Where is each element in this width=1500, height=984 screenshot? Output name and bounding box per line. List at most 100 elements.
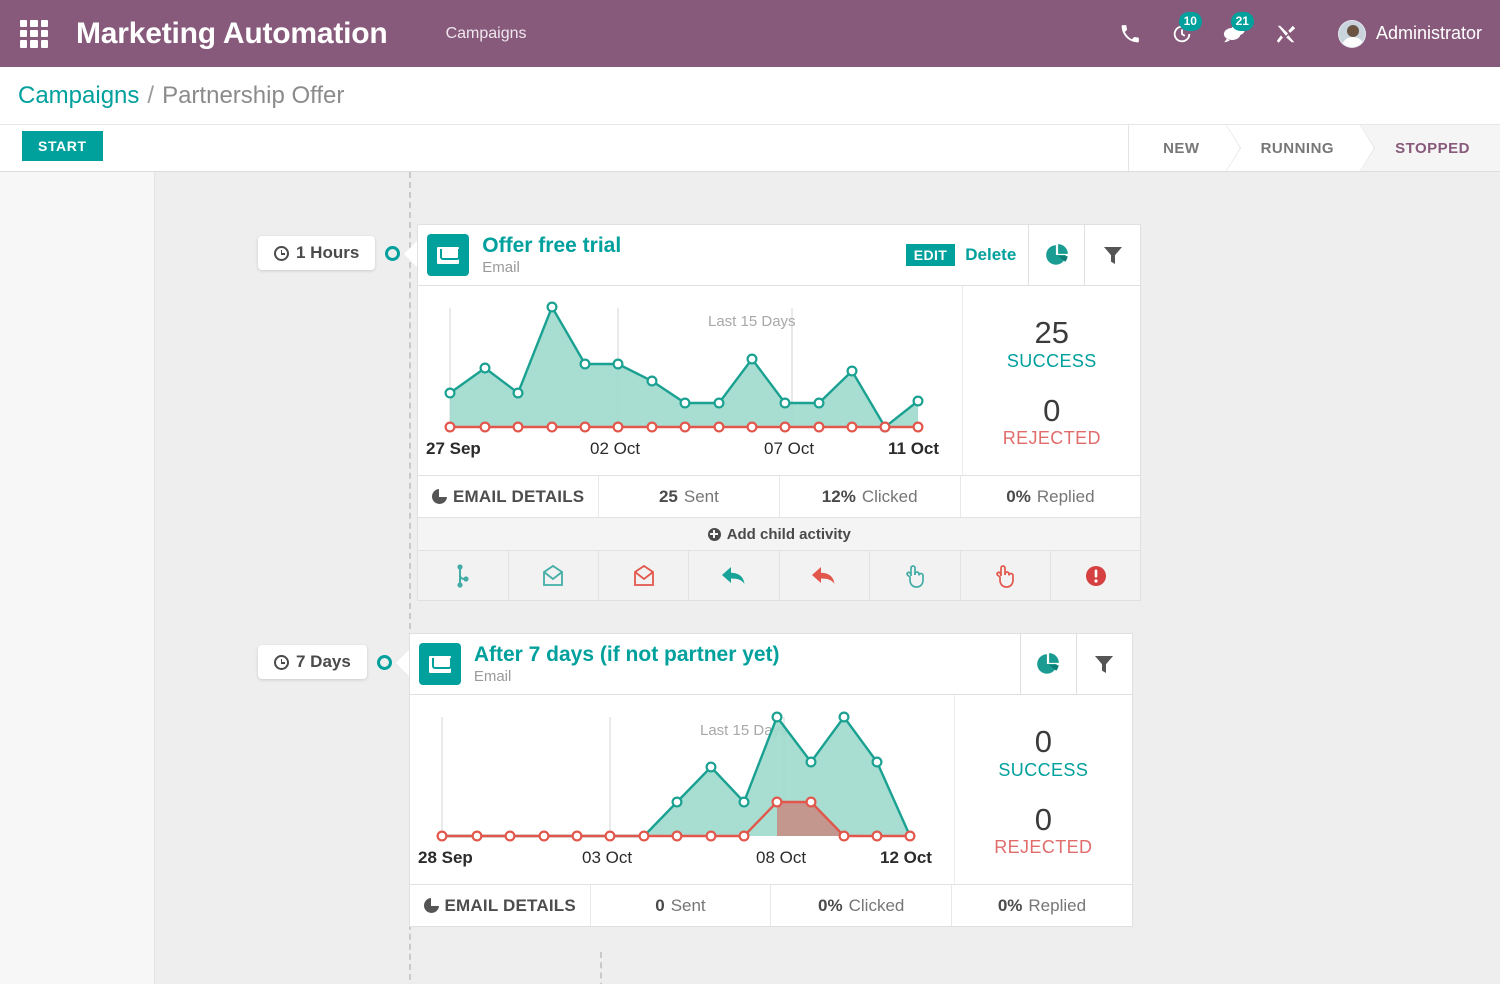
flow-node-dot-2 [377, 655, 392, 670]
flow-node-dot-1 [385, 246, 400, 261]
email-details-button-1[interactable]: EMAIL DETAILS [418, 476, 599, 517]
rejected-count-2: 0 [1035, 803, 1052, 837]
menu-campaigns[interactable]: Campaigns [446, 25, 527, 43]
clicked-value-1: 12% [822, 487, 856, 507]
flow-connector-line-secondary [600, 952, 602, 984]
workflow-activity-row-2: 7 Days After 7 days (if not partner yet)… [258, 633, 1133, 927]
sent-stat-2[interactable]: 0 Sent [591, 885, 772, 926]
delay-label-1: 1 Hours [296, 243, 359, 263]
activity-header-main-2: After 7 days (if not partner yet) Email [409, 633, 1021, 695]
plus-icon [708, 528, 721, 541]
activity-header-main-1: Offer free trial Email EDIT Delete [417, 224, 1029, 286]
flow-arrow-1 [404, 241, 417, 267]
delay-label-2: 7 Days [296, 652, 351, 672]
replied-stat-1[interactable]: 0% Replied [961, 476, 1141, 517]
clicked-value-2: 0% [818, 896, 843, 916]
replied-label-2: Replied [1028, 896, 1086, 916]
workflow-canvas: 1 Hours Offer free trial Email EDIT Dele… [0, 172, 1500, 984]
pie-chart-icon [424, 898, 439, 913]
activity-stats-1: 25 SUCCESS 0 REJECTED [962, 286, 1140, 475]
add-child-activity-button-1[interactable]: Add child activity [418, 517, 1140, 550]
activity-card-body-2: Last 15 Days [409, 695, 1133, 927]
activity-graph-area-2: Last 15 Days [410, 695, 1132, 884]
breadcrumb: Campaigns / Partnership Offer [0, 67, 1500, 125]
rejected-label-2: REJECTED [994, 837, 1092, 858]
pie-chart-icon-button-1[interactable] [1029, 224, 1085, 286]
avatar [1338, 20, 1366, 48]
clicked-label-1: Clicked [862, 487, 918, 507]
activity-subtitle-1: Email [482, 259, 905, 276]
not-clicked-icon[interactable] [961, 551, 1051, 600]
rejected-label-1: REJECTED [1003, 428, 1101, 449]
opened-mail-icon[interactable] [509, 551, 599, 600]
sent-label-1: Sent [684, 487, 719, 507]
not-replied-icon[interactable] [780, 551, 870, 600]
delete-button[interactable]: Delete [965, 245, 1016, 265]
activity-graph-area-1: Last 15 Days [418, 286, 1140, 475]
start-button[interactable]: START [22, 131, 103, 161]
messages-icon[interactable]: 21 [1208, 14, 1260, 54]
top-navbar: Marketing Automation Campaigns 10 21 Adm… [0, 0, 1500, 67]
breadcrumb-root-link[interactable]: Campaigns [18, 82, 139, 110]
replied-stat-2[interactable]: 0% Replied [952, 885, 1132, 926]
pie-chart-icon-button-2[interactable] [1021, 633, 1077, 695]
chart-tick-2-2: 08 Oct [756, 848, 806, 867]
sent-stat-1[interactable]: 25 Sent [599, 476, 780, 517]
filter-icon-button-2[interactable] [1077, 633, 1133, 695]
email-details-row-2: EMAIL DETAILS 0 Sent 0% Clicked 0% Repli… [410, 884, 1132, 926]
chart-tick-2-3: 12 Oct [880, 848, 932, 867]
replied-value-1: 0% [1006, 487, 1031, 507]
clicked-stat-1[interactable]: 12% Clicked [780, 476, 961, 517]
replied-value-2: 0% [998, 896, 1023, 916]
sent-label-2: Sent [671, 896, 706, 916]
activity-stats-2: 0 SUCCESS 0 REJECTED [954, 695, 1132, 884]
status-stage-stopped[interactable]: STOPPED [1360, 125, 1500, 171]
activity-subtitle-2: Email [474, 668, 1008, 685]
breadcrumb-separator: / [147, 82, 154, 110]
success-count-2: 0 [1035, 725, 1052, 759]
chart-svg-2: Last 15 Days [410, 695, 954, 884]
activity-trigger-icons-1 [418, 550, 1140, 600]
flow-arrow-2 [396, 650, 409, 676]
activity-card-header-1: Offer free trial Email EDIT Delete [417, 224, 1141, 286]
status-stage-new[interactable]: NEW [1128, 125, 1226, 171]
chart-svg-1: Last 15 Days [418, 286, 962, 475]
email-details-row-1: EMAIL DETAILS 25 Sent 12% Clicked 0% Rep… [418, 475, 1140, 517]
clicked-icon[interactable] [870, 551, 960, 600]
activity-title-1[interactable]: Offer free trial [482, 234, 905, 258]
success-count-1: 25 [1035, 316, 1069, 350]
phone-icon[interactable] [1104, 14, 1156, 54]
activity-chart-2: Last 15 Days [410, 695, 954, 884]
not-opened-mail-icon[interactable] [599, 551, 689, 600]
left-gutter [0, 172, 155, 984]
app-brand-title: Marketing Automation [76, 17, 388, 51]
activity-title-2[interactable]: After 7 days (if not partner yet) [474, 643, 1008, 667]
status-pipeline: NEW RUNNING STOPPED [1128, 125, 1500, 171]
replied-icon[interactable] [689, 551, 779, 600]
email-details-button-2[interactable]: EMAIL DETAILS [410, 885, 591, 926]
edit-button[interactable]: EDIT [906, 244, 956, 266]
activity-chart-1: Last 15 Days [418, 286, 962, 475]
tools-icon[interactable] [1260, 14, 1312, 54]
activity-clock-icon[interactable]: 10 [1156, 14, 1208, 54]
activity-badge-count: 10 [1179, 12, 1202, 31]
bounced-icon[interactable] [1051, 551, 1140, 600]
email-details-label-2: EMAIL DETAILS [445, 896, 576, 916]
success-label-1: SUCCESS [1007, 351, 1097, 372]
status-stage-running[interactable]: RUNNING [1226, 125, 1361, 171]
chart-tick-1-3: 11 Oct [888, 439, 939, 458]
apps-menu-icon[interactable] [14, 14, 54, 54]
bounce-branch-icon[interactable] [418, 551, 508, 600]
filter-icon-button-1[interactable] [1085, 224, 1141, 286]
email-type-icon [427, 234, 469, 276]
activity-header-actions-1: EDIT Delete [906, 244, 1017, 266]
delay-badge-1[interactable]: 1 Hours [258, 236, 375, 270]
clock-icon [274, 246, 289, 261]
user-menu[interactable]: Administrator [1338, 20, 1482, 48]
chart-tick-2-0: 28 Sep [418, 848, 473, 867]
clicked-stat-2[interactable]: 0% Clicked [771, 885, 952, 926]
email-details-label-1: EMAIL DETAILS [453, 487, 584, 507]
chart-tick-1-0: 27 Sep [426, 439, 481, 458]
chart-title-1: Last 15 Days [708, 313, 796, 330]
delay-badge-2[interactable]: 7 Days [258, 645, 367, 679]
